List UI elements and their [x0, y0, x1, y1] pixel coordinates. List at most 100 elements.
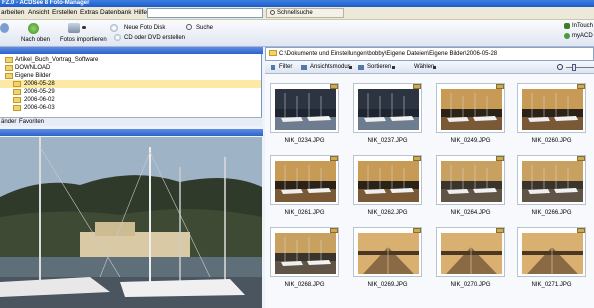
tab-aenderungen[interactable]: änder	[1, 118, 16, 126]
folder-label: 2006-06-02	[24, 97, 55, 103]
quick-search-button[interactable]: Schnellsuche	[266, 8, 344, 18]
thumbnail-frame	[270, 83, 339, 133]
menu-item-hilfe[interactable]: Hilfe	[134, 9, 147, 17]
folder-label: 2006-05-28	[24, 81, 55, 87]
thumbnail-item[interactable]: NIK_0249.JPG	[433, 78, 508, 150]
thumbnail-image	[275, 161, 336, 202]
cd-dvd-erstellen-button[interactable]: CD oder DVD erstellen	[124, 35, 185, 42]
thumbnail-frame	[517, 155, 586, 205]
menu-item-bearbeiten[interactable]: arbeiten	[1, 9, 25, 17]
thumbnail-item[interactable]: NIK_0268.JPG	[267, 222, 342, 294]
folder-tree: Artikel_Buch_Vortrag_Software DOWNLOAD E…	[0, 54, 262, 117]
search-input[interactable]	[147, 8, 263, 18]
search-icon[interactable]	[186, 24, 192, 30]
thumbnail-filename: NIK_0269.JPG	[367, 282, 408, 288]
folder-icon	[13, 105, 21, 111]
camera-icon[interactable]	[68, 23, 80, 33]
folder-item[interactable]: Artikel_Buch_Vortrag_Software	[0, 56, 261, 64]
thumbnail-item[interactable]: NIK_0234.JPG	[267, 78, 342, 150]
thumbnail-item[interactable]: NIK_0261.JPG	[267, 150, 342, 222]
thumbnail-image	[275, 233, 336, 274]
folder-icon	[5, 57, 13, 63]
cd-icon[interactable]	[114, 34, 121, 41]
filter-icon	[271, 65, 275, 70]
folder-icon	[13, 97, 21, 103]
chevron-down-icon[interactable]	[392, 66, 395, 69]
thumbnail-filename: NIK_0271.JPG	[531, 282, 572, 288]
quick-search-label: Schnellsuche	[277, 10, 313, 16]
folder-label: Artikel_Buch_Vortrag_Software	[15, 57, 99, 63]
waehlen-button[interactable]: Wählen	[414, 61, 434, 73]
thumbnail-frame	[270, 155, 339, 205]
menu-item-datenbank[interactable]: Datenbank	[100, 9, 131, 17]
folder-label: Eigene Bilder	[15, 73, 51, 79]
thumbnail-item[interactable]: NIK_0270.JPG	[433, 222, 508, 294]
disc-icon[interactable]	[110, 24, 118, 32]
folder-item[interactable]: 2006-06-03	[0, 104, 261, 112]
menu-item-ansicht[interactable]: Ansicht	[28, 9, 49, 17]
thumbnail-filename: NIK_0262.JPG	[367, 210, 408, 216]
myacd-link[interactable]: myACD	[572, 33, 593, 40]
folder-item[interactable]: 2006-05-29	[0, 88, 261, 96]
thumbnail-item[interactable]: NIK_0271.JPG	[514, 222, 589, 294]
chevron-down-icon[interactable]	[82, 26, 86, 29]
folder-open-icon	[5, 73, 13, 79]
thumbnail-filename: NIK_0261.JPG	[284, 210, 325, 216]
chevron-down-icon[interactable]	[433, 66, 436, 69]
zoom-slider-thumb[interactable]	[572, 64, 576, 71]
thumbnail-frame	[270, 227, 339, 277]
thumbnail-image	[358, 161, 419, 202]
up-arrow-icon[interactable]	[28, 23, 39, 34]
view-icon	[301, 65, 307, 70]
folder-item-selected[interactable]: 2006-05-28	[0, 80, 261, 88]
preview-image	[0, 137, 262, 308]
thumbnail-item[interactable]: NIK_0269.JPG	[350, 222, 425, 294]
filter-button[interactable]: Filter	[279, 61, 292, 73]
suche-button[interactable]: Suche	[196, 25, 213, 32]
folder-item[interactable]: 2006-06-02	[0, 96, 261, 104]
path-bar[interactable]: C:\Dokumente und Einstellungen\bobby\Eig…	[265, 47, 594, 61]
thumbnail-item[interactable]: NIK_0237.JPG	[350, 78, 425, 150]
thumbnail-image	[522, 161, 583, 202]
zoom-out-icon[interactable]	[557, 64, 563, 70]
tab-favoriten[interactable]: Favoriten	[19, 118, 44, 126]
thumbnail-frame	[353, 155, 422, 205]
folder-icon	[5, 65, 13, 71]
thumbnail-filename: NIK_0249.JPG	[450, 138, 491, 144]
folder-icon	[13, 81, 21, 87]
thumbnail-item[interactable]: NIK_0264.JPG	[433, 150, 508, 222]
folder-item[interactable]: DOWNLOAD	[0, 64, 261, 72]
menu-item-extras[interactable]: Extras	[80, 9, 98, 17]
ansichtsmodus-button[interactable]: Ansichtsmodus	[310, 61, 351, 73]
thumbnail-filename: NIK_0270.JPG	[450, 282, 491, 288]
back-icon[interactable]	[0, 23, 9, 33]
thumbnail-item[interactable]: NIK_0260.JPG	[514, 78, 589, 150]
toolbar: Nach oben Fotos importieren Neue Foto Di…	[0, 20, 594, 47]
search-icon	[270, 9, 275, 15]
intouch-icon[interactable]	[564, 23, 570, 29]
zoom-slider[interactable]	[566, 67, 594, 68]
thumbnail-frame	[436, 83, 505, 133]
nach-oben-button[interactable]: Nach oben	[21, 37, 50, 44]
preview-pane-header	[0, 129, 263, 136]
thumbnail-frame	[353, 83, 422, 133]
fotos-importieren-button[interactable]: Fotos importieren	[60, 37, 107, 44]
thumbnail-image	[522, 89, 583, 130]
sortieren-button[interactable]: Sortieren	[367, 61, 391, 73]
folder-icon	[13, 89, 21, 95]
chevron-down-icon[interactable]	[349, 66, 352, 69]
file-list: NIK_0234.JPG NIK_0237.JPG NIK_0249.JPG NIK_…	[265, 74, 594, 308]
folder-item[interactable]: Eigene Bilder	[0, 72, 261, 80]
folder-label: DOWNLOAD	[15, 65, 51, 71]
thumbnail-item[interactable]: NIK_0262.JPG	[350, 150, 425, 222]
path-text: C:\Dokumente und Einstellungen\bobby\Eig…	[279, 51, 498, 57]
menu-item-erstellen[interactable]: Erstellen	[52, 9, 77, 17]
thumbnail-filename: NIK_0234.JPG	[284, 138, 325, 144]
thumbnail-filename: NIK_0264.JPG	[450, 210, 491, 216]
thumbnail-item[interactable]: NIK_0266.JPG	[514, 150, 589, 222]
thumbnail-frame	[353, 227, 422, 277]
myacd-icon[interactable]	[564, 33, 570, 39]
intouch-link[interactable]: InTouch	[572, 23, 593, 30]
neue-foto-disk-button[interactable]: Neue Foto Disk	[124, 25, 165, 32]
thumbnail-image	[441, 89, 502, 130]
